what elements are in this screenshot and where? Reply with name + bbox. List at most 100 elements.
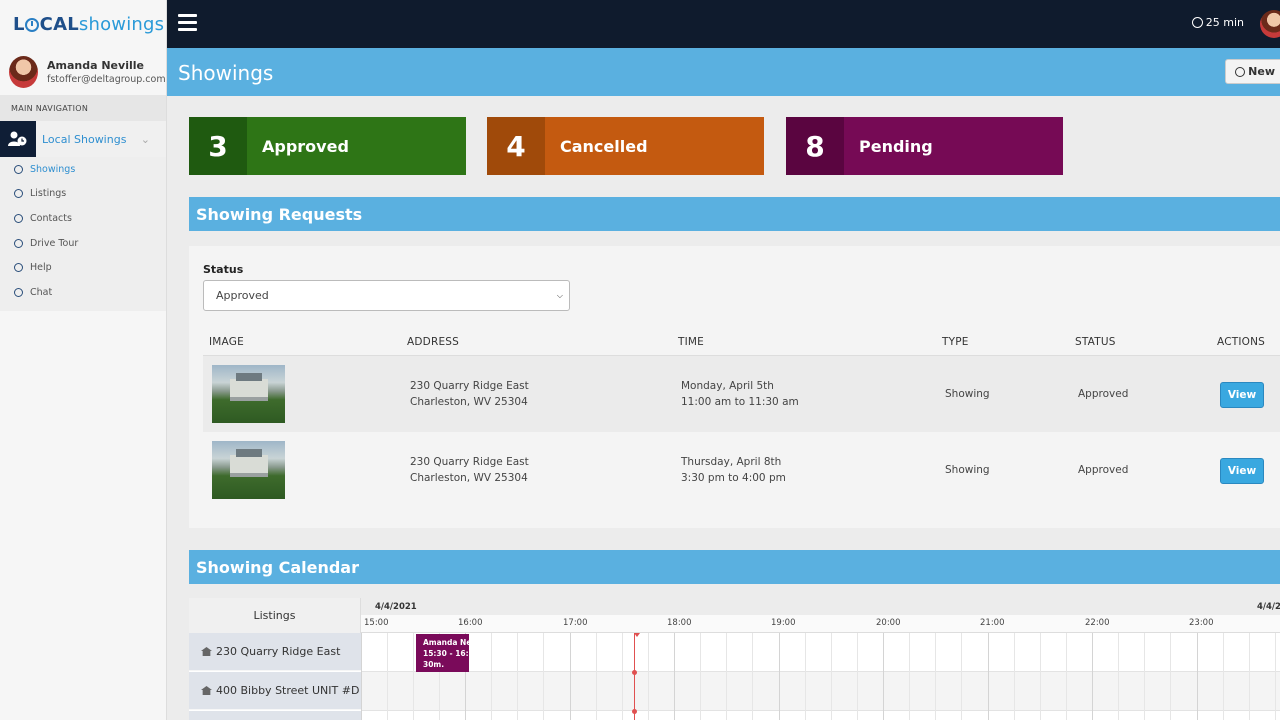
grid-line xyxy=(831,633,832,720)
listing-name: 400 Bibby Street UNIT #D xyxy=(216,684,360,697)
grid-row xyxy=(361,672,1280,711)
stat-label: Cancelled xyxy=(560,136,648,156)
nav-item-label: Chat xyxy=(30,286,53,298)
grid-line xyxy=(935,633,936,720)
stat-cancelled[interactable]: 4 Cancelled xyxy=(487,117,764,175)
time-cell: Thursday, April 8th 3:30 pm to 4:00 pm xyxy=(681,454,786,486)
chevron-down-icon: ⌵ xyxy=(556,290,563,300)
nav-item-showings[interactable]: Showings xyxy=(0,157,166,182)
nav-item-label: Contacts xyxy=(30,212,72,224)
grid-line xyxy=(700,633,701,720)
nav-item-local-showings[interactable]: Local Showings ⌄ xyxy=(0,121,166,157)
hour-label: 23:00 xyxy=(1189,618,1214,628)
grid-line xyxy=(543,633,544,720)
view-button[interactable]: View xyxy=(1220,382,1264,408)
new-showing-button[interactable]: New xyxy=(1225,59,1280,84)
circle-icon xyxy=(14,213,23,223)
grid-row xyxy=(361,711,1280,720)
stat-pending[interactable]: 8 Pending xyxy=(786,117,1063,175)
grid-line xyxy=(596,633,597,720)
user-email: fstoffer@deltagroup.com xyxy=(47,73,166,85)
col-image: IMAGE xyxy=(209,336,244,348)
address-line1: 230 Quarry Ridge East xyxy=(410,456,529,468)
user-clock-icon xyxy=(0,121,36,157)
hour-label: 21:00 xyxy=(980,618,1005,628)
nav-item-listings[interactable]: Listings xyxy=(0,182,166,207)
new-button-label: New xyxy=(1248,65,1275,78)
nav-item-contacts[interactable]: Contacts xyxy=(0,206,166,231)
showing-requests-panel: Status Approved ⌵ IMAGE ADDRESS TIME TYP… xyxy=(189,246,1280,528)
listing-thumbnail[interactable] xyxy=(212,365,285,423)
nav-item-drive-tour[interactable]: Drive Tour xyxy=(0,231,166,256)
address-line2: Charleston, WV 25304 xyxy=(410,472,528,484)
user-name: Amanda Neville xyxy=(47,58,144,72)
grid-line xyxy=(1144,633,1145,720)
hour-label: 17:00 xyxy=(563,618,588,628)
showing-calendar: Listings 4/4/2021 4/4/2 15:00 16:00 17:0… xyxy=(189,598,1280,720)
avatar xyxy=(9,55,38,88)
grid-line xyxy=(961,633,962,720)
time-line1: Monday, April 5th xyxy=(681,380,774,392)
address-line2: Charleston, WV 25304 xyxy=(410,396,528,408)
calendar-listing-row[interactable] xyxy=(189,711,361,720)
type-cell: Showing xyxy=(945,464,990,476)
grid-line xyxy=(909,633,910,720)
hamburger-menu-icon[interactable] xyxy=(178,14,197,31)
grid-line xyxy=(648,633,649,720)
grid-line xyxy=(622,633,623,720)
logo-text-showings: showings xyxy=(78,13,165,35)
hour-label: 22:00 xyxy=(1085,618,1110,628)
view-button[interactable]: View xyxy=(1220,458,1264,484)
logo-text-l: L xyxy=(13,13,25,35)
circle-icon xyxy=(14,189,23,199)
address-cell: 230 Quarry Ridge East Charleston, WV 253… xyxy=(410,454,529,486)
table-header: IMAGE ADDRESS TIME TYPE STATUS ACTIONS xyxy=(203,330,1280,356)
grid-row xyxy=(361,633,1280,672)
sidebar: L CAL showings Amanda Neville fstoffer@del… xyxy=(0,0,167,720)
nav-item-chat[interactable]: Chat xyxy=(0,280,166,305)
grid-line xyxy=(805,633,806,720)
address-line1: 230 Quarry Ridge East xyxy=(410,380,529,392)
grid-line xyxy=(1066,633,1067,720)
circle-icon xyxy=(14,263,23,273)
page-title: Showings xyxy=(178,61,274,85)
user-avatar-button[interactable] xyxy=(1260,10,1280,38)
grid-line xyxy=(988,633,989,720)
calendar-listing-row[interactable]: 400 Bibby Street UNIT #D xyxy=(189,672,361,710)
current-time-marker xyxy=(634,633,640,637)
house-icon xyxy=(201,647,212,656)
calendar-grid[interactable]: Amanda Nev 15:30 - 16:0 30m. xyxy=(361,633,1280,720)
app-logo[interactable]: L CAL showings xyxy=(0,0,166,48)
address-cell: 230 Quarry Ridge East Charleston, WV 253… xyxy=(410,378,529,410)
grid-line xyxy=(387,633,388,720)
calendar-listing-row[interactable]: 230 Quarry Ridge East xyxy=(189,633,361,671)
col-type: TYPE xyxy=(942,336,969,348)
calendar-event[interactable]: Amanda Nev 15:30 - 16:0 30m. xyxy=(416,634,469,672)
status-filter-select[interactable]: Approved ⌵ xyxy=(203,280,570,311)
circle-icon xyxy=(14,287,23,297)
stat-count: 3 xyxy=(189,117,247,175)
grid-line xyxy=(1170,633,1171,720)
nav-item-label: Showings xyxy=(30,163,76,175)
type-cell: Showing xyxy=(945,388,990,400)
listing-thumbnail[interactable] xyxy=(212,441,285,499)
nav-item-help[interactable]: Help xyxy=(0,255,166,280)
grid-line xyxy=(752,633,753,720)
nav-item-label: Drive Tour xyxy=(30,237,79,249)
stat-label: Approved xyxy=(262,136,349,156)
page-header: Showings New xyxy=(167,48,1280,96)
table-row: 230 Quarry Ridge East Charleston, WV 253… xyxy=(203,356,1280,432)
grid-line xyxy=(1014,633,1015,720)
stat-approved[interactable]: 3 Approved xyxy=(189,117,466,175)
event-duration: 30m. xyxy=(423,660,445,669)
hour-label: 19:00 xyxy=(771,618,796,628)
calendar-date-row: 4/4/2021 4/4/2 xyxy=(361,598,1280,615)
grid-line xyxy=(1040,633,1041,720)
col-status: STATUS xyxy=(1075,336,1116,348)
time-line2: 11:00 am to 11:30 am xyxy=(681,396,799,408)
chevron-down-icon[interactable]: ⌄ xyxy=(141,133,150,146)
grid-line xyxy=(517,633,518,720)
nav-submenu: Showings Listings Contacts Drive Tour He… xyxy=(0,157,166,311)
hour-label: 18:00 xyxy=(667,618,692,628)
calendar-hour-row: 15:00 16:00 17:00 18:00 19:00 20:00 21:0… xyxy=(361,615,1280,633)
